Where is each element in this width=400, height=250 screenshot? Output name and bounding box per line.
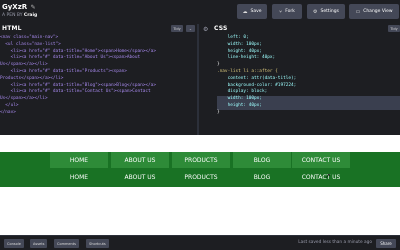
last-saved-status: Last saved less than a minute ago (298, 240, 372, 245)
fork-button[interactable]: ⑂ Fork (272, 4, 302, 19)
top-bar: GyXzR ✎ A PEN BY Craig ☁ Save ⑂ Fork ⚙ S… (0, 0, 400, 24)
settings-label: Settings (320, 9, 339, 14)
code-line: .nav-list li a::after { (217, 68, 278, 74)
fork-label: Fork (285, 9, 295, 14)
css-pane-header: ⚙ CSS Tidy (199, 24, 400, 34)
code-line: <nav class="main-nav"> (0, 35, 59, 40)
mouse-cursor-icon: ➚ (325, 172, 331, 180)
result-preview: HOME ABOUT US PRODUCTS BLOG CONTACT US H… (0, 135, 400, 235)
preview-nav: HOME ABOUT US PRODUCTS BLOG CONTACT US H… (0, 152, 400, 187)
save-button[interactable]: ☁ Save (237, 4, 267, 19)
code-line: Products</span></a></li> (0, 75, 64, 81)
html-pane-title: HTML (2, 25, 22, 32)
css-pane-title: CSS (214, 25, 228, 32)
code-line: </ul> (0, 102, 19, 108)
layout-icon: ▭ (355, 8, 361, 15)
settings-button[interactable]: ⚙ Settings (307, 4, 345, 19)
assets-tab[interactable]: Assets (30, 239, 48, 248)
comments-tab[interactable]: Comments (54, 239, 79, 248)
author-name[interactable]: Craig (24, 13, 37, 18)
html-collapse-icon[interactable]: ⌄ (186, 25, 195, 32)
nav-hover-home[interactable]: HOME (50, 169, 108, 185)
code-line: Us</span></a></li> (0, 96, 48, 102)
code-line: Us</span></a></li> (0, 62, 48, 68)
cloud-icon: ☁ (242, 8, 248, 15)
html-pane-header: HTML Tidy ⌄ (0, 24, 197, 34)
change-view-button[interactable]: ▭ Change View (349, 4, 399, 19)
console-tab[interactable]: Console (4, 239, 24, 248)
nav-item-products[interactable]: PRODUCTS (172, 152, 230, 168)
nav-item-blog[interactable]: BLOG (233, 152, 291, 168)
nav-row-primary: HOME ABOUT US PRODUCTS BLOG CONTACT US (50, 152, 350, 168)
pencil-icon[interactable]: ✎ (31, 4, 36, 11)
code-line-selected: height: 40px; (217, 102, 400, 110)
css-settings-icon[interactable]: ⚙ (203, 26, 208, 33)
css-tidy-button[interactable]: Tidy (388, 25, 400, 32)
nav-row-hover: HOME ABOUT US PRODUCTS BLOG CONTACT US (50, 169, 350, 185)
nav-hover-blog[interactable]: BLOG (233, 169, 291, 185)
pen-title[interactable]: GyXzR ✎ (2, 3, 36, 11)
code-line: } (217, 62, 220, 68)
css-editor-pane[interactable]: ⚙ CSS Tidy left: 0; width: 100px; height… (199, 24, 400, 135)
nav-hover-contact-us[interactable]: CONTACT US (292, 169, 350, 185)
gear-icon: ⚙ (313, 8, 318, 15)
nav-item-contact-us[interactable]: CONTACT US (292, 152, 350, 168)
code-line: <li><a href="#" data-title="Products"><s… (0, 68, 127, 74)
code-line: } (217, 109, 220, 115)
css-code[interactable]: left: 0; width: 100px; height: 40px; lin… (217, 35, 400, 117)
code-line: </nav> (0, 109, 16, 115)
nav-hover-products[interactable]: PRODUCTS (172, 169, 230, 185)
code-line: left: 0; (217, 35, 249, 40)
shortcuts-tab[interactable]: Shortcuts (86, 239, 109, 248)
share-button[interactable]: Share (376, 239, 396, 248)
pen-title-text[interactable]: GyXzR (2, 3, 27, 11)
nav-item-about-us[interactable]: ABOUT US (111, 152, 169, 168)
by-prefix: A PEN BY (2, 13, 23, 18)
footer-bar: Console Assets Comments Shortcuts Last s… (0, 235, 400, 250)
codepen-editor: GyXzR ✎ A PEN BY Craig ☁ Save ⑂ Fork ⚙ S… (0, 0, 400, 250)
nav-hover-about-us[interactable]: ABOUT US (111, 169, 169, 185)
code-line: content: attr(data-title); (217, 75, 297, 81)
code-line: width: 100px; (217, 41, 262, 47)
code-line-selected: width: 100px; (217, 96, 400, 103)
html-editor-pane[interactable]: HTML Tidy ⌄ <nav class="main-nav"> <ul c… (0, 24, 197, 135)
html-tidy-button[interactable]: Tidy (171, 25, 183, 32)
nav-item-home[interactable]: HOME (50, 152, 108, 168)
change-view-label: Change View (363, 9, 393, 14)
save-label: Save (250, 9, 262, 14)
code-line: line-height: 40px; (217, 55, 276, 61)
code-line: <ul class="nav-list"> (0, 41, 61, 47)
fork-icon: ⑂ (279, 8, 283, 15)
pen-author: A PEN BY Craig (2, 13, 37, 18)
html-code[interactable]: <nav class="main-nav"> <ul class="nav-li… (0, 35, 197, 117)
